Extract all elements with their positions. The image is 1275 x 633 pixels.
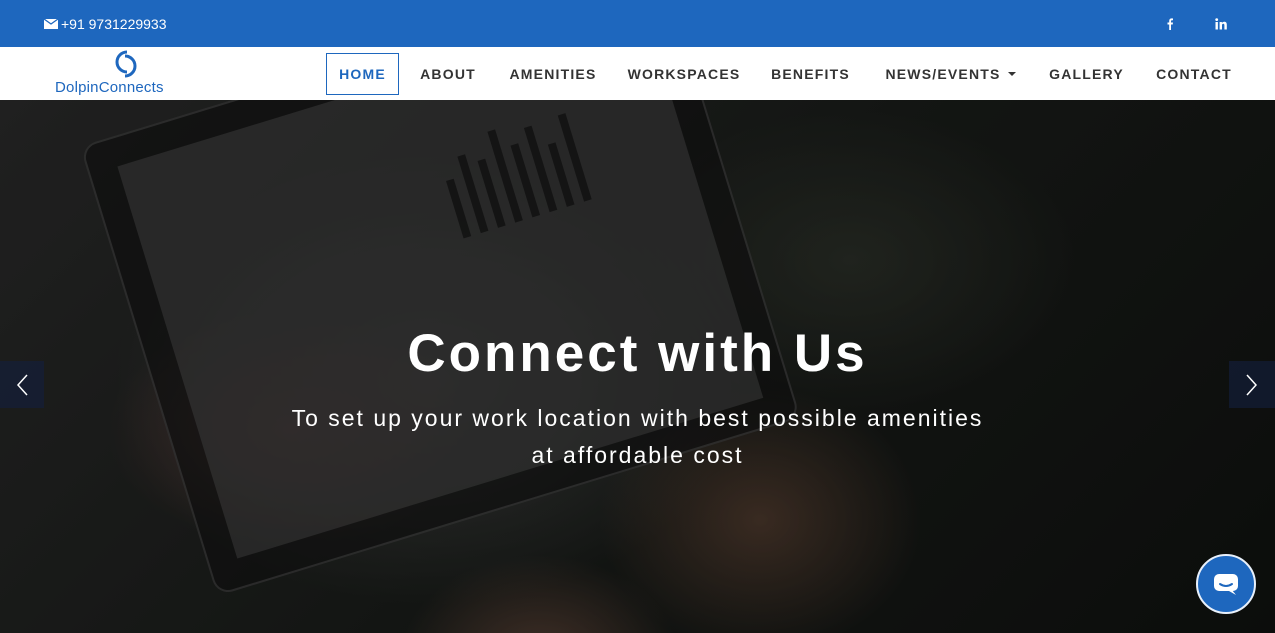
hero-subtitle-line1: To set up your work location with best p… (291, 405, 984, 431)
carousel-next-button[interactable] (1229, 361, 1275, 408)
chat-bubble-icon (1214, 574, 1238, 595)
hero-subtitle: To set up your work location with best p… (290, 400, 985, 474)
main-navbar: DolpinConnects HOME ABOUT AMENITIES WORK… (0, 47, 1275, 100)
nav-contact-label: CONTACT (1156, 66, 1232, 82)
linkedin-icon (1215, 18, 1227, 30)
nav-home[interactable]: HOME (326, 53, 399, 95)
nav-gallery-label: GALLERY (1049, 66, 1124, 82)
nav-news-events[interactable]: NEWS/EVENTS (873, 53, 1028, 95)
nav-about-label: ABOUT (420, 66, 476, 82)
caret-down-icon (1007, 72, 1016, 76)
nav-about[interactable]: ABOUT (409, 53, 487, 95)
hero-carousel: Connect with Us To set up your work loca… (0, 100, 1275, 633)
nav-benefits-label: BENEFITS (771, 66, 850, 82)
envelope-icon (44, 18, 58, 29)
nav-contact[interactable]: CONTACT (1146, 53, 1242, 95)
nav-workspaces[interactable]: WORKSPACES (620, 53, 748, 95)
nav-news-events-label: NEWS/EVENTS (885, 66, 1001, 82)
logo-text: DolpinConnects (55, 79, 164, 96)
chat-widget-button[interactable] (1196, 554, 1256, 614)
nav-gallery[interactable]: GALLERY (1041, 53, 1132, 95)
nav-home-label: HOME (339, 66, 386, 82)
nav-benefits[interactable]: BENEFITS (762, 53, 859, 95)
linkedin-link[interactable] (1213, 16, 1229, 32)
dolpinconnects-logo[interactable]: DolpinConnects (55, 49, 200, 97)
chevron-right-icon (1246, 373, 1258, 396)
hero-title: Connect with Us (407, 324, 868, 383)
nav-workspaces-label: WORKSPACES (627, 66, 741, 82)
phone-contact[interactable]: +91 9731229933 (44, 16, 167, 32)
logo-mark-icon (115, 50, 137, 78)
nav-amenities-label: AMENITIES (509, 66, 597, 82)
facebook-icon (1167, 18, 1173, 30)
carousel-prev-button[interactable] (0, 361, 44, 408)
facebook-link[interactable] (1162, 16, 1178, 32)
phone-number: +91 9731229933 (61, 16, 167, 32)
hero-subtitle-line2: at affordable cost (531, 442, 744, 468)
nav-amenities[interactable]: AMENITIES (500, 53, 606, 95)
top-contact-bar: +91 9731229933 (0, 0, 1275, 47)
chevron-left-icon (16, 373, 28, 396)
